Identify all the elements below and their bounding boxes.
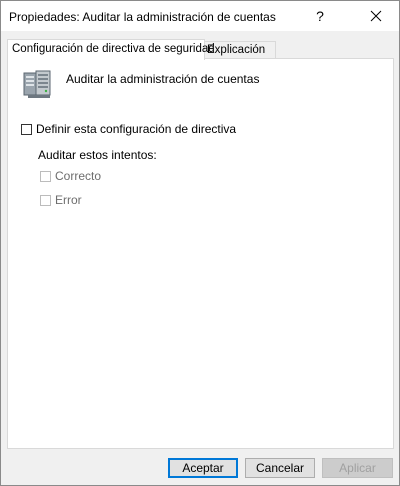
success-label: Correcto [55,169,102,183]
window-title: Propiedades: Auditar la administración d… [9,10,276,24]
define-policy-checkbox-row[interactable]: Definir esta configuración de directiva [21,122,236,136]
accept-button[interactable]: Aceptar [168,458,238,478]
failure-label: Error [55,193,82,207]
success-checkbox[interactable] [40,170,51,182]
tab-panel: Auditar la administración de cuentas Def… [7,58,394,449]
title-bar[interactable]: Propiedades: Auditar la administración d… [1,1,399,31]
help-icon: ? [316,8,324,24]
tab-security-settings[interactable]: Configuración de directiva de seguridad [7,39,215,60]
audit-attempts-label: Auditar estos intentos: [38,148,157,162]
failure-checkbox-row[interactable]: Error [40,193,82,207]
server-policy-icon [23,70,51,98]
cancel-button[interactable]: Cancelar [245,458,315,478]
tab-strip: Configuración de directiva de seguridad … [7,39,393,60]
help-button[interactable]: ? [297,1,343,31]
define-policy-label: Definir esta configuración de directiva [36,122,237,136]
properties-dialog: Propiedades: Auditar la administración d… [0,0,400,486]
failure-checkbox[interactable] [40,194,51,206]
policy-name: Auditar la administración de cuentas [66,72,260,86]
close-button[interactable] [353,1,399,31]
success-checkbox-row[interactable]: Correcto [40,169,101,183]
close-icon [370,10,382,22]
define-policy-checkbox[interactable] [21,123,32,135]
apply-button[interactable]: Aplicar [322,458,393,478]
